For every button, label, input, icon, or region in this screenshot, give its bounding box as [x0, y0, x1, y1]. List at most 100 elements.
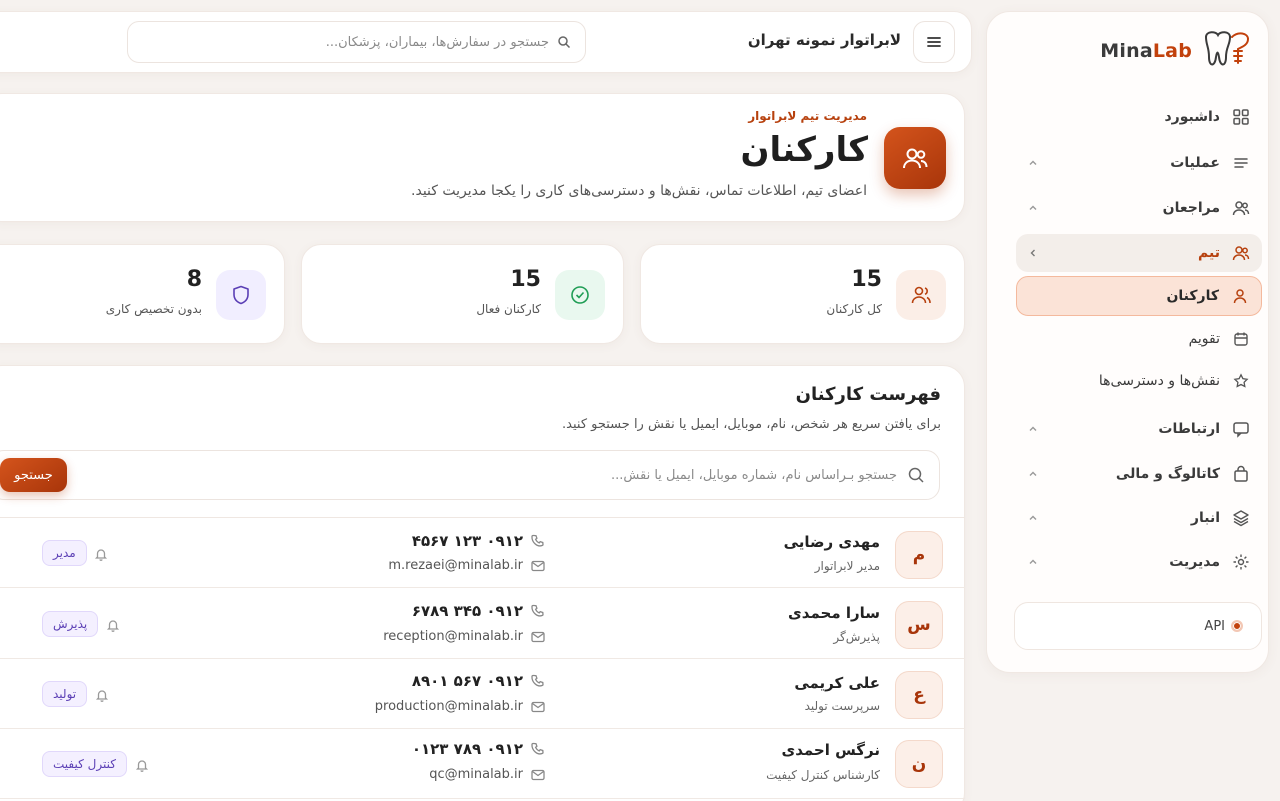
search-icon — [908, 467, 924, 483]
sidebar-item-label: عملیات — [1170, 155, 1220, 171]
phone-field[interactable]: ۰۹۱۲ ۷۸۹ ۰۱۲۳ — [412, 740, 545, 758]
sidebar-item-roles[interactable]: نقش‌ها و دسترسی‌ها — [1016, 362, 1262, 400]
api-status[interactable]: API — [1014, 602, 1262, 650]
sidebar-item-calendar[interactable]: تقویم — [1016, 320, 1262, 358]
sidebar-item-label: داشبورد — [1164, 109, 1221, 125]
list-subtitle: برای یافتن سریع هر شخص، نام، موبایل، ایم… — [562, 417, 941, 432]
star-icon — [1230, 370, 1252, 392]
stat-label: کل کارکنان — [826, 302, 882, 316]
phone-field[interactable]: ۰۹۱۲ ۳۴۵ ۶۷۸۹ — [412, 602, 545, 620]
user-icon — [1229, 285, 1251, 307]
person-name: نرگس احمدی — [781, 741, 880, 759]
email-address: m.rezaei@minalab.ir — [388, 558, 523, 573]
email-address: production@minalab.ir — [374, 699, 523, 714]
person-role: سرپرست تولید — [804, 699, 880, 713]
person-name: علی کریمی — [794, 674, 880, 692]
users-icon — [1230, 197, 1252, 219]
calendar-icon — [1230, 328, 1252, 350]
search-button[interactable]: جستجو — [0, 458, 67, 492]
email-field[interactable]: m.rezaei@minalab.ir — [388, 558, 545, 573]
stat-card-unassigned: 8 بدون تخصیص کاری — [0, 244, 285, 344]
team-icon — [884, 127, 946, 189]
email-field[interactable]: qc@minalab.ir — [429, 767, 545, 782]
sidebar-item-catalog-finance[interactable]: کاتالوگ و مالی — [1016, 455, 1262, 493]
sidebar-item-label: نقش‌ها و دسترسی‌ها — [1098, 373, 1220, 389]
role-badge: پذیرش — [42, 611, 99, 637]
page-eyebrow: مدیریت تیم لابراتوار — [748, 109, 867, 123]
email-field[interactable]: production@minalab.ir — [375, 699, 545, 714]
sidebar-item-staff[interactable]: کارکنان — [1016, 276, 1262, 316]
stat-value: 15 — [851, 267, 882, 292]
page-title: کارکنان — [740, 130, 868, 170]
sidebar-item-label: انبار — [1190, 510, 1220, 526]
menu-toggle-button[interactable] — [913, 21, 955, 63]
phone-icon — [531, 674, 544, 687]
table-row[interactable]: ع علی کریمی سرپرست تولید ۰۹۱۲ ۵۶۷ ۸۹۰۱ p… — [0, 659, 965, 729]
sidebar-item-label: مدیریت — [1169, 554, 1220, 570]
sidebar-item-label: مراجعان — [1162, 200, 1220, 216]
brand-logo[interactable]: MinaLab — [1100, 26, 1254, 76]
bell-icon[interactable] — [106, 617, 120, 636]
table-row[interactable]: م مهدی رضایی مدیر لابراتوار ۰۹۱۲ ۱۲۳ ۴۵۶… — [0, 518, 965, 588]
sidebar-item-communications[interactable]: ارتباطات — [1016, 410, 1262, 448]
team-icon — [1230, 242, 1252, 264]
avatar: م — [895, 531, 943, 579]
staff-search[interactable] — [0, 450, 940, 500]
table-row[interactable]: ن نرگس احمدی کارشناس کنترل کیفیت ۰۹۱۲ ۷۸… — [0, 729, 965, 799]
sidebar-item-dashboard[interactable]: داشبورد — [1016, 98, 1262, 136]
chat-icon — [1230, 418, 1252, 440]
sidebar-item-operations[interactable]: عملیات — [1016, 144, 1262, 182]
list-title: فهرست کارکنان — [795, 384, 941, 405]
person-name: مهدی رضایی — [783, 533, 880, 551]
email-address: qc@minalab.ir — [429, 767, 523, 782]
role-badge: تولید — [42, 681, 88, 707]
role-badge: مدیر — [42, 540, 87, 566]
stat-value: 8 — [186, 267, 202, 292]
bell-icon[interactable] — [135, 757, 149, 776]
sidebar-item-warehouse[interactable]: انبار — [1016, 499, 1262, 537]
stat-label: بدون تخصیص کاری — [105, 302, 202, 316]
mail-icon — [531, 560, 545, 571]
email-field[interactable]: reception@minalab.ir — [383, 629, 545, 644]
chevron-up-icon — [1026, 156, 1040, 170]
chevron-up-icon — [1026, 467, 1040, 481]
global-search-input[interactable] — [128, 34, 549, 50]
sidebar-item-team[interactable]: تیم — [1016, 234, 1262, 272]
chevron-up-icon — [1026, 555, 1040, 569]
sidebar-item-label: ارتباطات — [1158, 421, 1220, 437]
status-dot-icon — [1231, 620, 1243, 632]
phone-field[interactable]: ۰۹۱۲ ۱۲۳ ۴۵۶۷ — [412, 532, 545, 550]
avatar: ع — [895, 671, 943, 719]
mail-icon — [531, 631, 545, 642]
sidebar-item-management[interactable]: مدیریت — [1016, 543, 1262, 581]
brand-name: MinaLab — [1100, 40, 1192, 62]
shield-icon — [216, 270, 266, 320]
bell-icon[interactable] — [94, 546, 108, 565]
phone-number: ۰۹۱۲ ۳۴۵ ۶۷۸۹ — [411, 602, 523, 620]
table-row[interactable]: س سارا محمدی پذیرش‌گر ۰۹۱۲ ۳۴۵ ۶۷۸۹ rece… — [0, 589, 965, 659]
avatar: س — [895, 601, 943, 649]
person-role: کارشناس کنترل کیفیت — [766, 768, 880, 782]
list-icon — [1230, 152, 1252, 174]
chevron-up-icon — [1026, 201, 1040, 215]
grid-icon — [1230, 106, 1252, 128]
phone-field[interactable]: ۰۹۱۲ ۵۶۷ ۸۹۰۱ — [412, 672, 545, 690]
staff-search-input[interactable] — [577, 467, 897, 483]
lab-name: لابراتوار نمونه تهران — [747, 31, 901, 49]
check-circle-icon — [555, 270, 605, 320]
stat-card-active: 15 کارکنان فعال — [301, 244, 624, 344]
phone-icon — [531, 742, 544, 755]
chevron-up-icon — [1026, 422, 1040, 436]
bag-icon — [1230, 463, 1252, 485]
bell-icon[interactable] — [95, 687, 109, 706]
phone-number: ۰۹۱۲ ۵۶۷ ۸۹۰۱ — [411, 672, 523, 690]
phone-number: ۰۹۱۲ ۱۲۳ ۴۵۶۷ — [411, 532, 523, 550]
person-role: مدیر لابراتوار — [814, 559, 880, 573]
phone-icon — [531, 604, 544, 617]
user-icon — [896, 270, 946, 320]
mail-icon — [531, 769, 545, 780]
hamburger-icon — [927, 37, 941, 47]
stat-card-total: 15 کل کارکنان — [640, 244, 965, 344]
sidebar-item-clients[interactable]: مراجعان — [1016, 189, 1262, 227]
global-search[interactable] — [127, 21, 586, 63]
